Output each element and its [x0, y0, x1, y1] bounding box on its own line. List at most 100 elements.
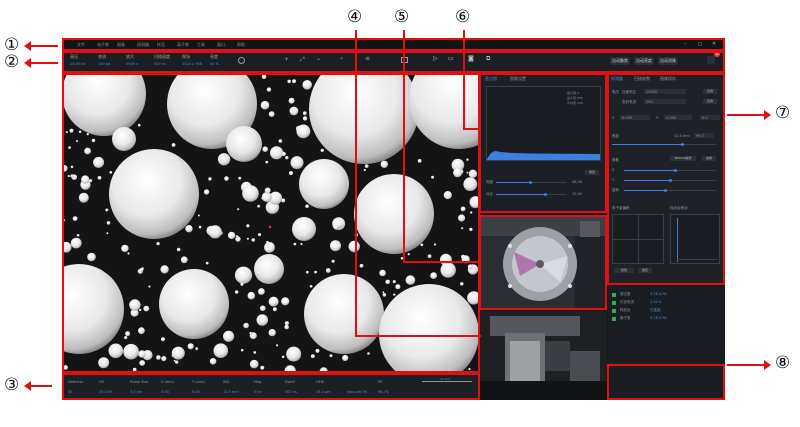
toolbar-label: 高压	[70, 54, 78, 59]
marker-4: ④	[347, 7, 363, 27]
chevron-down-icon[interactable]: ⌄	[316, 55, 321, 62]
marker-2: ②	[4, 52, 20, 72]
info-label: 离子泵	[620, 316, 631, 320]
record-icon[interactable]: ▭	[448, 55, 454, 62]
focus-slider-knob[interactable]	[681, 143, 684, 146]
menu-item-6[interactable]: 工具	[197, 42, 205, 48]
stage-move-pad[interactable]	[670, 214, 720, 264]
marker-8: ⑧	[775, 353, 791, 373]
focus-value: 12.5 mm	[674, 134, 690, 138]
toolbar-label: 放大	[126, 54, 134, 59]
status-col-header: HV	[99, 380, 105, 384]
status-col-value: 500 ns	[285, 390, 297, 394]
hist-slider-value: 70.00	[572, 192, 583, 196]
toolbar-label: 扫描速度	[154, 54, 170, 59]
toolbar-label: 束流	[98, 54, 106, 59]
coord-y-input[interactable]: 0.000	[664, 115, 692, 120]
status-col-value: 3.5 nm	[130, 390, 143, 394]
status-col-value: 0.00	[161, 390, 169, 394]
coord-x-input[interactable]: 0.000	[620, 115, 650, 120]
toolbar-value: 1024 x 768	[182, 62, 202, 66]
menu-item-4[interactable]: 样品	[157, 42, 165, 48]
reset-button[interactable]: 重置	[585, 170, 599, 175]
menu-item-7[interactable]: 窗口	[217, 42, 225, 48]
status-col-header: X (mm)	[161, 380, 175, 384]
camera-icon[interactable]: ◙	[468, 55, 474, 62]
histogram-curve	[487, 151, 600, 160]
menu-item-2[interactable]: 图像	[117, 42, 125, 48]
toolbar-group-2[interactable]: 放大 5000 x	[126, 54, 154, 70]
status-col-header: Mag	[254, 380, 262, 384]
histogram-chart: 最小值 0 最大值 255 平均值 128	[486, 86, 601, 161]
menu-item-1[interactable]: 电子束	[97, 42, 109, 48]
emission-current-input[interactable]: 100	[644, 99, 686, 104]
toolbar-value: 100 pA	[98, 62, 111, 66]
cursor-marker	[268, 225, 272, 229]
menu-item-3[interactable]: 探测器	[137, 42, 149, 48]
sem-image-view[interactable]	[64, 74, 479, 374]
settings-icon[interactable]	[707, 56, 715, 64]
menu-item-8[interactable]: 帮助	[237, 42, 245, 48]
control-panel: 探测器 扫描参数 图像保存 电压 加速电压 20000 应用 发射电流 100 …	[608, 74, 725, 284]
expand-icon[interactable]: ⤢	[300, 56, 305, 64]
tab-scan-params[interactable]: 扫描参数	[634, 76, 650, 82]
info-label: 真空度	[620, 292, 631, 296]
toolbar-group-4[interactable]: 视场 1024 x 768	[182, 54, 210, 70]
toolbar-group-1[interactable]: 束流 100 pA	[98, 54, 126, 70]
toolbar-group-0[interactable]: 高压 20.00 kV	[70, 54, 98, 70]
crosshair-icon[interactable]	[238, 57, 245, 64]
hist-slider-knob[interactable]	[544, 193, 547, 196]
accel-voltage-label: 加速电压	[622, 90, 636, 94]
status-col-header: Dwell	[285, 380, 295, 384]
rp-slider-knob[interactable]	[664, 189, 668, 192]
chevron-up-icon[interactable]: ⌃	[339, 57, 344, 64]
hist-slider-knob[interactable]	[528, 181, 532, 184]
pad-lock-button[interactable]: 锁定	[638, 268, 652, 273]
layers-icon[interactable]: ≡	[365, 55, 370, 62]
export-icon[interactable]: ⧉	[486, 55, 490, 63]
toolbar-value: 50 %	[210, 62, 219, 66]
leader-6-v	[463, 30, 465, 130]
menu-item-5[interactable]: 离子束	[177, 42, 189, 48]
rp-slider-knob[interactable]	[673, 169, 677, 172]
toolbar-group-3[interactable]: 扫描速度 500 ns	[154, 54, 182, 70]
toolbar-button-2[interactable]: 自动消像	[658, 57, 678, 65]
play-icon[interactable]: ▷	[433, 55, 438, 62]
wobble-mode-button[interactable]: Wobble模式	[670, 156, 696, 161]
plus-icon[interactable]: +	[284, 56, 289, 63]
stig-label: 像散	[612, 158, 619, 162]
beam-shift-pad[interactable]	[612, 214, 664, 264]
coord-z-input[interactable]: 0.0	[700, 115, 720, 120]
status-dot-icon	[612, 293, 616, 297]
rp-slider-knob[interactable]	[669, 179, 672, 182]
histogram-panel: 直方图 图像设置 最小值 0 最大值 255 平均值 128 重置 亮度 48.2…	[480, 74, 607, 214]
apply-button-2[interactable]: 应用	[703, 99, 717, 104]
apply-button-1[interactable]: 应用	[703, 89, 717, 94]
toolbar-button-0[interactable]: 自动聚焦	[610, 57, 630, 65]
leader-6-h	[463, 128, 481, 130]
status-col-value: 98.7%	[378, 390, 390, 394]
focus-value-field[interactable]: 99.7	[694, 133, 714, 138]
tab-detector[interactable]: 探测器	[611, 76, 623, 82]
maximize-icon[interactable]: ◻	[698, 41, 702, 47]
coord-y-label: Y	[656, 116, 659, 120]
chamber-camera-view	[480, 216, 607, 309]
toolbar-label: 视场	[182, 54, 190, 59]
rp-slider-label: Y	[612, 178, 615, 182]
status-dot-icon	[612, 317, 616, 321]
menu-bar: 文件 电子束 图像 探测器 样品 离子束 工具 窗口 帮助 – ◻ ✕	[62, 38, 725, 50]
toolbar-group-5[interactable]: 亮度 50 %	[210, 54, 238, 70]
close-icon[interactable]: ✕	[712, 41, 716, 47]
tab-image-settings[interactable]: 图像设置	[510, 76, 526, 82]
wobble-enable-button[interactable]: 启用	[702, 156, 716, 161]
tab-image-save[interactable]: 图像保存	[660, 76, 676, 82]
toolbar-button-1[interactable]: 自动亮度	[634, 57, 654, 65]
pad-reset-button[interactable]: 复位	[614, 268, 634, 273]
accel-voltage-input[interactable]: 20000	[644, 89, 686, 94]
coord-x-label: X	[612, 116, 615, 120]
tab-histogram[interactable]: 直方图	[485, 76, 497, 82]
menu-item-0[interactable]: 文件	[77, 42, 85, 48]
minimize-icon[interactable]: –	[684, 41, 687, 47]
toolbar-label: 亮度	[210, 54, 218, 59]
info-row: 真空度 3.2E-4 Pa	[612, 292, 722, 299]
